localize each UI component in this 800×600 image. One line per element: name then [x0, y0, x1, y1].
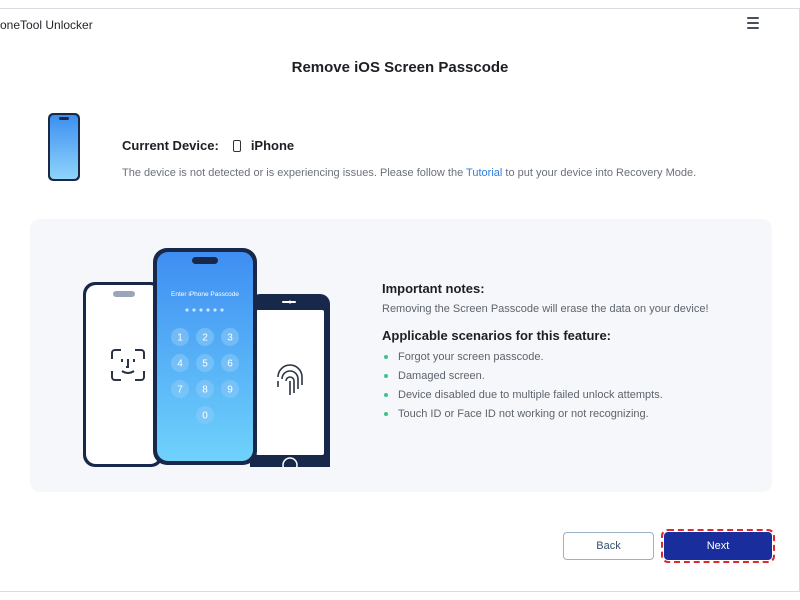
info-panel: Enter iPhone Passcode 1 2 3 4 5 6 7 8 9 0 Importa… [30, 219, 772, 492]
keypad-key-label: 7 [177, 385, 183, 396]
current-device: Current Device: iPhone [122, 138, 294, 153]
keypad-key-label: 4 [177, 359, 183, 370]
bullet-icon [384, 374, 388, 378]
hint-text-after: to put your device into Recovery Mode. [502, 167, 697, 179]
keypad-key-label: 1 [177, 333, 183, 344]
keypad-key-label: 5 [202, 359, 208, 370]
keypad-key-label: 6 [227, 359, 233, 370]
touchid-phone [250, 294, 330, 467]
bullet-icon [384, 355, 388, 359]
phone-icon [232, 139, 241, 152]
page-title: Remove iOS Screen Passcode [291, 59, 509, 76]
list-item: Damaged screen. [382, 370, 762, 382]
device-hint: The device is not detected or is experie… [122, 167, 696, 179]
scenarios-title: Applicable scenarios for this feature: [382, 328, 612, 343]
bullet-icon [384, 393, 388, 397]
important-notes-text: Removing the Screen Passcode will erase … [382, 303, 709, 315]
scenario-text: Touch ID or Face ID not working or not r… [398, 408, 649, 420]
phones-illustration: Enter iPhone Passcode 1 2 3 4 5 6 7 8 9 0 [83, 248, 330, 467]
app-title: oneTool Unlocker [0, 18, 93, 32]
scenario-text: Device disabled due to multiple failed u… [398, 389, 663, 401]
important-notes-title: Important notes: [382, 281, 485, 296]
scenario-text: Forgot your screen passcode. [398, 351, 544, 363]
notes-section: Important notes: Removing the Screen Pas… [382, 281, 762, 427]
keypad-key-label: 0 [202, 411, 208, 422]
iphone-thumbnail-icon [48, 113, 80, 181]
scenarios-list: Forgot your screen passcode. Damaged scr… [382, 351, 762, 420]
app-window: oneTool Unlocker Remove iOS Screen Passc… [0, 8, 800, 592]
hint-text-before: The device is not detected or is experie… [122, 167, 467, 179]
device-name: iPhone [250, 138, 295, 153]
keypad-key-label: 3 [227, 333, 233, 344]
passcode-phone: Enter iPhone Passcode 1 2 3 4 5 6 7 8 9 0 [153, 248, 257, 465]
keypad-key-label: 8 [202, 385, 208, 396]
list-item: Device disabled due to multiple failed u… [382, 389, 762, 401]
bullet-icon [384, 412, 388, 416]
keypad-key-label: 9 [227, 385, 233, 396]
tutorial-link[interactable]: Tutorial [466, 167, 502, 179]
passcode-prompt: Enter iPhone Passcode [171, 291, 239, 298]
menu-icon[interactable] [747, 17, 759, 29]
next-button[interactable]: Next [661, 529, 775, 563]
back-button[interactable]: Back [563, 532, 654, 560]
faceid-phone [83, 282, 163, 467]
keypad-key-label: 2 [202, 333, 208, 344]
current-device-label: Current Device: [122, 138, 219, 153]
scenario-text: Damaged screen. [398, 370, 485, 382]
list-item: Touch ID or Face ID not working or not r… [382, 408, 762, 420]
list-item: Forgot your screen passcode. [382, 351, 762, 363]
